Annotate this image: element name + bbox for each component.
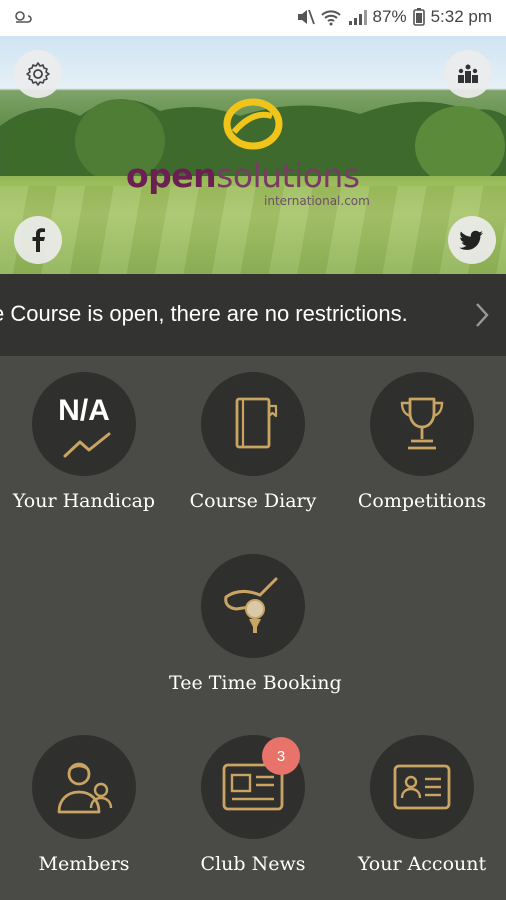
tee-time-circle[interactable]	[201, 554, 305, 658]
battery-icon	[412, 8, 425, 26]
your-account-circle[interactable]	[370, 735, 474, 839]
logo-wordmark: opensolutions	[126, 156, 360, 195]
course-status-text: e Course is open, there are no restricti…	[0, 301, 408, 326]
tile-your-handicap[interactable]: N/A Your Handicap	[0, 372, 168, 532]
tile-tee-time-booking[interactable]: Tee Time Booking	[169, 554, 342, 714]
wifi-icon	[320, 10, 341, 26]
logo-subtext: international.com	[264, 194, 370, 208]
tile-course-diary[interactable]: Course Diary	[169, 372, 337, 532]
diary-icon	[235, 397, 278, 449]
tile-label: Tee Time Booking	[169, 672, 342, 694]
tile-members[interactable]: Members	[0, 735, 168, 895]
trophy-icon	[400, 397, 444, 450]
twitter-icon	[459, 230, 483, 250]
chevron-right-icon[interactable]	[474, 302, 490, 328]
status-bar: 87% 5:32 pm	[0, 0, 506, 36]
members-circle[interactable]	[32, 735, 136, 839]
course-status-ticker[interactable]: e Course is open, there are no restricti…	[0, 274, 506, 356]
settings-button[interactable]	[14, 50, 62, 98]
id-card-icon	[393, 764, 451, 810]
gear-icon	[26, 62, 50, 86]
tile-label: Course Diary	[189, 490, 317, 512]
members-icon	[57, 762, 113, 814]
facebook-icon	[32, 228, 45, 252]
tile-label: Your Account	[357, 853, 487, 875]
signal-icon	[348, 10, 367, 25]
tile-competitions[interactable]: Competitions	[338, 372, 506, 532]
facebook-button[interactable]	[14, 216, 62, 264]
trend-icon	[63, 432, 111, 458]
tile-label: Members	[38, 853, 130, 875]
podium-icon	[458, 64, 478, 83]
tile-your-account[interactable]: Your Account	[338, 735, 506, 895]
tile-label: Competitions	[357, 490, 487, 512]
tile-club-news[interactable]: 3 Club News	[169, 735, 337, 895]
handicap-value: N/A	[58, 394, 110, 427]
notification-badge: 3	[262, 737, 300, 775]
mute-icon	[297, 9, 315, 25]
handicap-circle[interactable]: N/A	[32, 372, 136, 476]
battery-percent: 87%	[372, 7, 407, 26]
tile-label: Club News	[200, 853, 306, 875]
golf-club-icon	[224, 577, 278, 633]
course-diary-circle[interactable]	[201, 372, 305, 476]
competitions-circle[interactable]	[370, 372, 474, 476]
weather-icon	[15, 11, 32, 23]
leaderboard-button[interactable]	[444, 50, 492, 98]
hero-banner[interactable]: opensolutions international.com	[0, 36, 506, 274]
clock: 5:32 pm	[430, 7, 492, 26]
tile-label: Your Handicap	[12, 490, 156, 512]
twitter-button[interactable]	[448, 216, 496, 264]
